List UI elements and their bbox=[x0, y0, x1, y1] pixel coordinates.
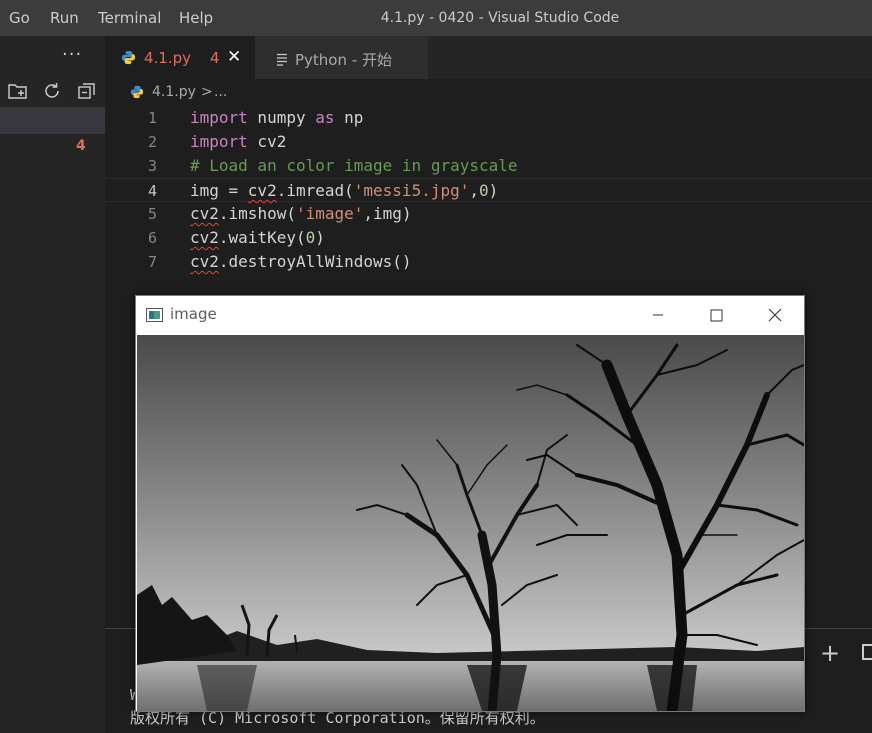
code-token: img = bbox=[190, 181, 248, 200]
breadcrumb-separator: > bbox=[201, 84, 213, 100]
tab-label: Python - 开始 bbox=[295, 51, 392, 69]
close-tab-icon[interactable]: ✕ bbox=[227, 47, 241, 67]
code-text[interactable]: cv2.imshow('image',img) bbox=[190, 202, 412, 226]
maximize-icon[interactable] bbox=[703, 302, 729, 328]
code-line[interactable]: 2 import cv2 bbox=[105, 130, 872, 154]
line-number: 1 bbox=[147, 109, 157, 127]
code-token: as bbox=[315, 108, 335, 127]
code-token: 0 bbox=[479, 181, 489, 200]
code-line[interactable]: 4 img = cv2.imread('messi5.jpg',0) bbox=[105, 178, 872, 202]
code-token: 'messi5.jpg' bbox=[353, 181, 470, 200]
tab-problem-badge: 4 bbox=[210, 49, 220, 67]
explorer-sidebar: ··· 4 bbox=[0, 36, 105, 733]
grayscale-image bbox=[137, 335, 804, 711]
code-token: cv2 bbox=[190, 252, 219, 271]
breadcrumb-file[interactable]: 4.1.py bbox=[152, 84, 196, 100]
code-token: ) bbox=[315, 228, 325, 247]
line-number: 3 bbox=[147, 157, 157, 175]
line-number: 6 bbox=[147, 229, 157, 247]
code-token: .destroyAllWindows() bbox=[218, 252, 412, 271]
line-number: 7 bbox=[147, 253, 157, 271]
document-icon bbox=[276, 51, 288, 70]
code-line[interactable]: 5 cv2.imshow('image',img) bbox=[105, 202, 872, 226]
code-token: import bbox=[190, 108, 248, 127]
code-token: .imshow( bbox=[218, 204, 296, 223]
code-text[interactable]: # Load an color image in grayscale bbox=[190, 154, 518, 178]
new-terminal-icon[interactable]: + bbox=[820, 639, 840, 667]
refresh-icon[interactable] bbox=[41, 80, 63, 102]
code-token: cv2 bbox=[247, 132, 287, 151]
code-text[interactable]: cv2.waitKey(0) bbox=[190, 226, 325, 250]
code-token: np bbox=[334, 108, 364, 127]
code-text[interactable]: cv2.destroyAllWindows() bbox=[190, 250, 412, 274]
tab-python-start[interactable]: Python - 开始 bbox=[255, 36, 428, 79]
python-file-icon bbox=[121, 50, 136, 69]
collapse-all-icon[interactable] bbox=[76, 80, 98, 102]
code-token: import bbox=[190, 132, 248, 151]
new-folder-icon[interactable] bbox=[7, 80, 29, 102]
window-app-icon bbox=[146, 307, 163, 322]
code-token: cv2 bbox=[190, 204, 219, 223]
code-text[interactable]: import cv2 bbox=[190, 130, 286, 154]
window-title: image bbox=[170, 305, 217, 323]
code-token: cv2 bbox=[247, 181, 277, 200]
code-token: 0 bbox=[305, 228, 316, 247]
split-terminal-icon[interactable] bbox=[862, 644, 872, 660]
more-actions-icon[interactable]: ··· bbox=[62, 44, 82, 65]
title-bar: Go Run Terminal Help 4.1.py - 0420 - Vis… bbox=[0, 0, 872, 36]
line-number: 2 bbox=[147, 133, 157, 151]
code-token: # Load an color image in grayscale bbox=[190, 156, 518, 175]
editor-tabs: 4.1.py 4 ✕ Python - 开始 bbox=[105, 36, 872, 79]
code-line[interactable]: 3 # Load an color image in grayscale bbox=[105, 154, 872, 178]
minimize-icon[interactable] bbox=[645, 302, 671, 328]
code-token: .imread( bbox=[276, 181, 354, 200]
code-text[interactable]: img = cv2.imread('messi5.jpg',0) bbox=[190, 179, 498, 203]
code-token: cv2 bbox=[190, 228, 219, 247]
code-token: 'image' bbox=[295, 204, 364, 223]
close-icon[interactable] bbox=[762, 302, 788, 328]
code-text[interactable]: import numpy as np bbox=[190, 106, 363, 130]
tab-label: 4.1.py bbox=[144, 49, 192, 67]
line-number: 5 bbox=[147, 205, 157, 223]
window-title: 4.1.py - 0420 - Visual Studio Code bbox=[380, 10, 620, 26]
problem-count-badge: 4 bbox=[76, 138, 86, 154]
opencv-image-window[interactable]: image bbox=[135, 295, 805, 712]
breadcrumb-symbols[interactable]: ... bbox=[214, 84, 227, 100]
code-token: ) bbox=[488, 181, 499, 200]
code-line[interactable]: 6 cv2.waitKey(0) bbox=[105, 226, 872, 250]
code-token: numpy bbox=[247, 108, 316, 127]
line-number: 4 bbox=[147, 182, 157, 200]
tab-4-1-py[interactable]: 4.1.py 4 ✕ bbox=[105, 36, 255, 79]
python-file-icon bbox=[130, 85, 144, 103]
code-token: .waitKey( bbox=[218, 228, 306, 247]
code-line[interactable]: 1 import numpy as np bbox=[105, 106, 872, 130]
code-token: ,img) bbox=[363, 204, 412, 223]
code-token: , bbox=[469, 181, 479, 200]
selected-file-row[interactable] bbox=[0, 107, 105, 134]
code-line[interactable]: 7 cv2.destroyAllWindows() bbox=[105, 250, 872, 274]
